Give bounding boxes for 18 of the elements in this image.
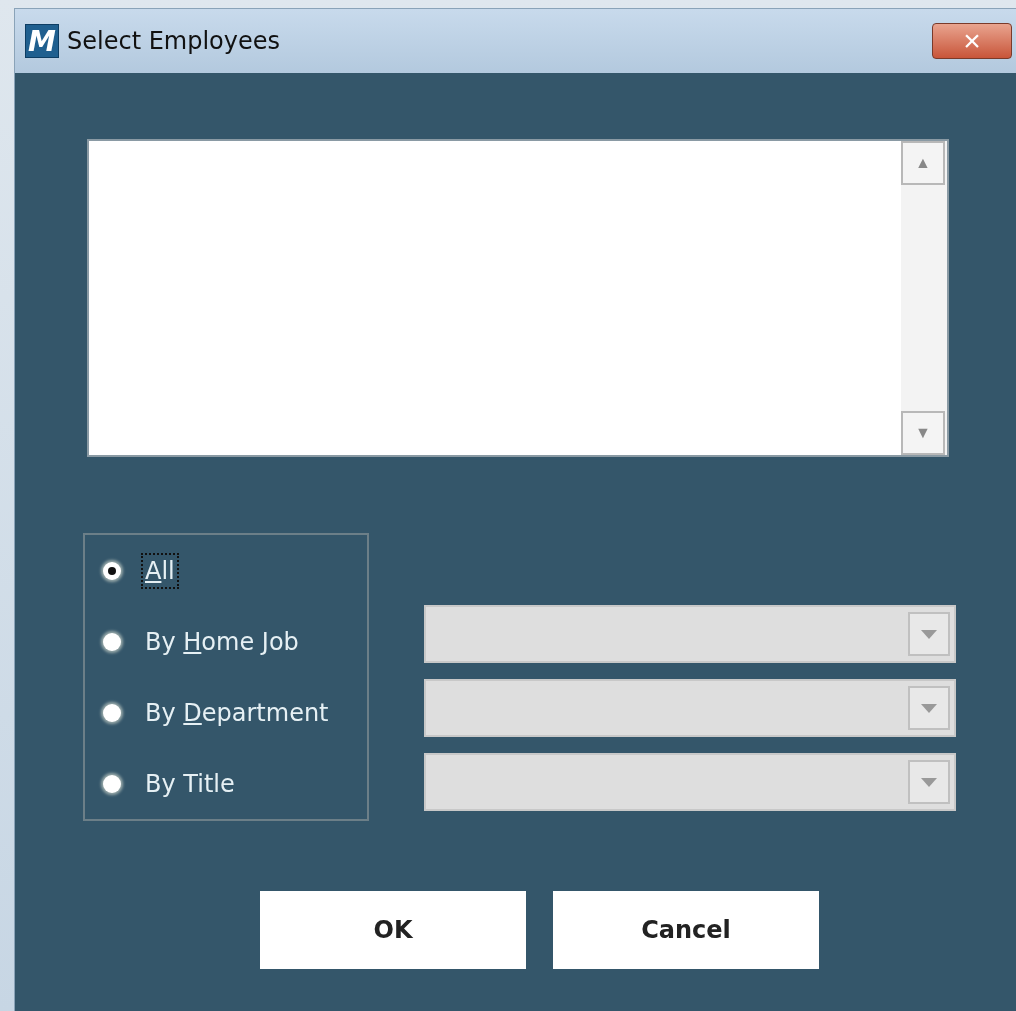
radio-label[interactable]: By Department bbox=[141, 694, 333, 731]
radio-button[interactable] bbox=[103, 632, 121, 651]
radio-button[interactable] bbox=[103, 703, 121, 722]
dropdown-field[interactable] bbox=[424, 679, 956, 737]
dropdown-arrow-icon bbox=[921, 777, 937, 787]
dropdown-field[interactable] bbox=[424, 605, 956, 663]
dropdown-arrow-icon bbox=[921, 703, 937, 713]
dropdown-field[interactable] bbox=[424, 753, 956, 811]
dropdown-arrow-icon bbox=[921, 629, 937, 639]
ok-button[interactable]: OK bbox=[260, 891, 526, 969]
window-title: Select Employees bbox=[67, 27, 282, 55]
radio-label[interactable]: By Title bbox=[141, 765, 239, 802]
cancel-button[interactable]: Cancel bbox=[553, 891, 819, 969]
radio-button[interactable] bbox=[103, 561, 121, 580]
radio-button[interactable] bbox=[103, 774, 121, 793]
radio-label[interactable]: All bbox=[141, 552, 179, 589]
radio-label[interactable]: By Home Job bbox=[141, 623, 303, 660]
app-logo: M bbox=[25, 24, 59, 58]
